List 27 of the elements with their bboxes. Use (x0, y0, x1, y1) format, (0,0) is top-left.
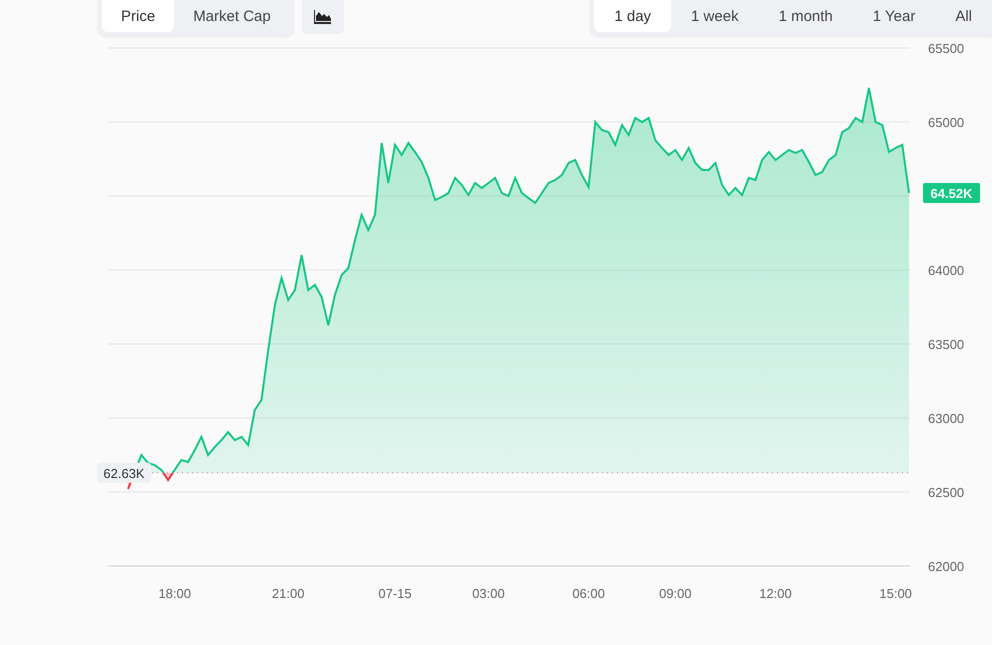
range-tab[interactable]: 1 day (594, 0, 672, 32)
y-tick-label: 64.52K (930, 186, 974, 202)
range-tab[interactable]: All (935, 0, 992, 32)
metric-tab[interactable]: Price (102, 0, 174, 32)
y-axis-label: 62500 (928, 485, 964, 500)
last-price-tag: 64.52K (923, 183, 980, 204)
metric-tab[interactable]: Market Cap (174, 0, 290, 32)
x-axis-label: 12:00 (759, 586, 792, 601)
x-axis-label: 07-15 (378, 586, 412, 601)
x-axis-label: 06:00 (572, 586, 605, 601)
y-axis-label: 65500 (928, 41, 964, 56)
y-axis-label: 62000 (928, 559, 964, 574)
x-axis-label: 21:00 (272, 586, 304, 601)
y-axis-label: 65000 (928, 115, 964, 130)
ref-line-label: 62.63K (103, 466, 145, 481)
range-tab[interactable]: 1 week (671, 0, 759, 32)
x-axis-label: 03:00 (472, 586, 505, 601)
area-chart-icon[interactable] (302, 0, 344, 34)
reference-price-tag: 62.63K (97, 462, 151, 483)
y-axis-label: 63500 (928, 337, 964, 352)
range-tab[interactable]: 1 month (758, 0, 853, 32)
x-axis-label: 18:00 (158, 586, 191, 601)
range-tab[interactable]: 1 Year (852, 0, 936, 32)
x-axis-label: 15:00 (879, 586, 912, 601)
y-axis-label: 64000 (928, 263, 964, 278)
y-axis-label: 63000 (928, 411, 964, 426)
x-axis-label: 09:00 (659, 586, 692, 601)
